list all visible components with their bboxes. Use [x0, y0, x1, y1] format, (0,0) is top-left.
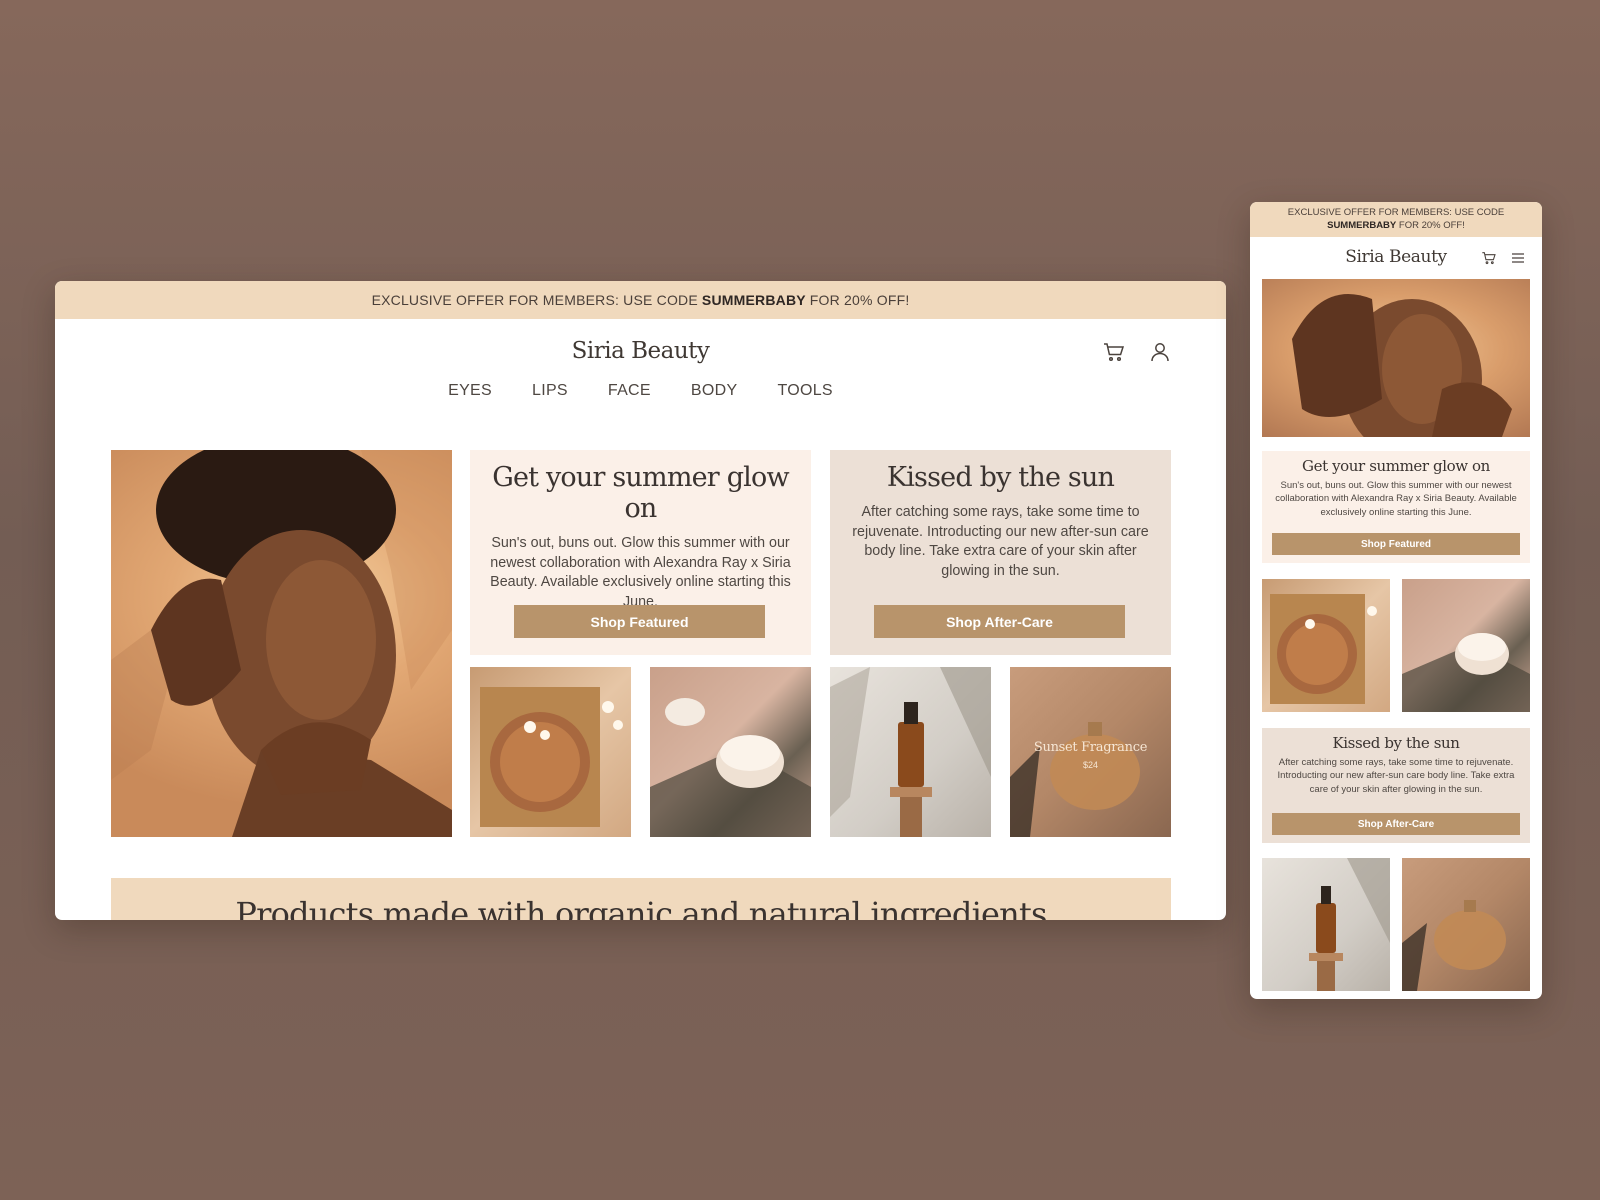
promo-card-summer-glow: Get your summer glow on Sun's out, buns … [470, 450, 811, 655]
header-icons [1102, 340, 1172, 364]
card-body: Sun's out, buns out. Glow this summer wi… [490, 535, 791, 610]
product-tile-bronzer[interactable] [1262, 579, 1390, 712]
card-body: After catching some rays, take some time… [1277, 757, 1515, 795]
site-logo[interactable]: Siria Beauty [55, 338, 1226, 364]
promo-text-prefix: EXCLUSIVE OFFER FOR MEMBERS: USE CODE [371, 292, 698, 308]
ingredients-banner: Products made with organic and natural i… [111, 878, 1171, 920]
hero-model-photo [111, 450, 452, 837]
card-body: After catching some rays, take some time… [852, 504, 1149, 579]
card-title: Get your summer glow on [492, 462, 789, 524]
nav-item-tools[interactable]: TOOLS [777, 382, 832, 400]
mobile-promo-banner: EXCLUSIVE OFFER FOR MEMBERS: USE CODE SU… [1250, 202, 1542, 237]
promo-text-prefix: EXCLUSIVE OFFER FOR MEMBERS: USE CODE [1287, 207, 1505, 218]
fragrance-price: $24 [1082, 760, 1099, 770]
cart-icon[interactable] [1102, 340, 1126, 364]
card-body: Sun's out, buns out. Glow this summer wi… [1275, 480, 1517, 518]
nav-item-lips[interactable]: LIPS [532, 382, 568, 400]
promo-text-suffix: FOR 20% OFF! [809, 292, 910, 308]
product-tile-bronzer[interactable] [470, 667, 631, 837]
product-tile-sunset-fragrance[interactable]: Sunset Fragrance $24 [1010, 667, 1171, 837]
main-nav: EYES LIPS FACE BODY TOOLS [55, 382, 1226, 400]
mobile-hero-photo [1262, 279, 1530, 437]
site-header: Siria Beauty EYES LIPS FACE BODY TOOLS [55, 319, 1226, 419]
nav-item-eyes[interactable]: EYES [448, 382, 492, 400]
shop-featured-button[interactable]: Shop Featured [1272, 533, 1520, 555]
cart-icon[interactable] [1481, 250, 1497, 266]
card-title: Get your summer glow on [1302, 457, 1490, 475]
mobile-card-kissed-by-sun: Kissed by the sun After catching some ra… [1262, 728, 1530, 843]
nav-item-face[interactable]: FACE [608, 382, 651, 400]
mobile-card-summer-glow: Get your summer glow on Sun's out, buns … [1262, 451, 1530, 563]
shop-featured-button[interactable]: Shop Featured [514, 605, 765, 638]
desktop-mockup: EXCLUSIVE OFFER FOR MEMBERS: USE CODE SU… [55, 281, 1226, 920]
product-tile-serum-bottle[interactable] [830, 667, 991, 837]
mobile-header-icons [1481, 250, 1526, 266]
nav-item-body[interactable]: BODY [691, 382, 738, 400]
shop-after-care-button[interactable]: Shop After-Care [1272, 813, 1520, 835]
product-tile-sunset-fragrance[interactable] [1402, 858, 1530, 991]
promo-card-kissed-by-sun: Kissed by the sun After catching some ra… [830, 450, 1171, 655]
product-tile-cream-jar[interactable] [1402, 579, 1530, 712]
hamburger-menu-icon[interactable] [1510, 250, 1526, 266]
product-tile-serum-bottle[interactable] [1262, 858, 1390, 991]
promo-code: SUMMERBABY [1327, 220, 1397, 231]
fragrance-name: Sunset Fragrance [1033, 740, 1148, 755]
mobile-header: Siria Beauty [1250, 237, 1542, 279]
promo-banner: EXCLUSIVE OFFER FOR MEMBERS: USE CODE SU… [55, 281, 1226, 319]
user-icon[interactable] [1148, 340, 1172, 364]
card-title: Kissed by the sun [886, 462, 1115, 493]
product-tile-cream-jar[interactable] [650, 667, 811, 837]
promo-code: SUMMERBABY [701, 292, 806, 308]
ingredients-heading: Products made with organic and natural i… [235, 895, 1047, 920]
card-title: Kissed by the sun [1332, 734, 1460, 752]
promo-text-suffix: FOR 20% OFF! [1398, 220, 1465, 231]
shop-after-care-button[interactable]: Shop After-Care [874, 605, 1125, 638]
mobile-mockup: EXCLUSIVE OFFER FOR MEMBERS: USE CODE SU… [1250, 202, 1542, 999]
